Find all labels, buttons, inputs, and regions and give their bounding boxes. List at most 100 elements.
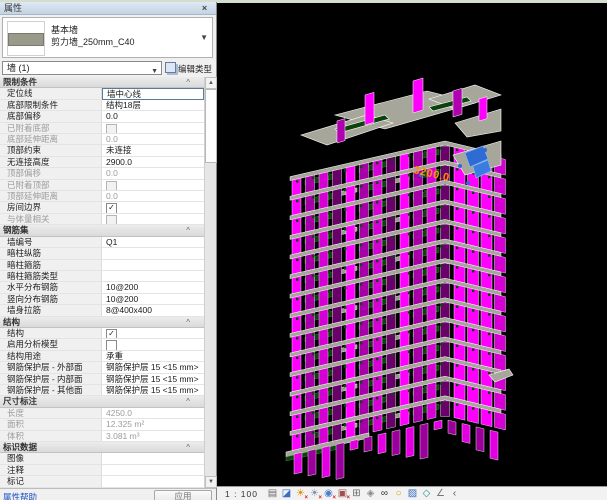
edit-type-button[interactable]: 编辑类型 (165, 61, 214, 75)
more-options-caret[interactable]: ‹ (448, 488, 461, 500)
property-value: 0.0 (102, 134, 204, 146)
scrollbar-thumb[interactable] (205, 89, 217, 163)
property-value[interactable]: 承重 (102, 350, 204, 363)
selection-filter-label: 墙 (1) (7, 63, 30, 73)
3d-viewport[interactable]: 3200.0 (217, 3, 607, 486)
type-family: 基本墙 (51, 25, 79, 35)
close-icon[interactable]: × (199, 3, 210, 14)
property-row: 面积 12.325 m² (0, 419, 204, 431)
property-value[interactable]: 钢筋保护层 15 <15 mm> (102, 362, 204, 374)
property-label: 墙编号 (0, 236, 102, 249)
collapse-icon[interactable]: ^ (186, 225, 204, 235)
show-crop-region-icon[interactable]: ⊞ (350, 488, 363, 500)
edit-type-label: 编辑类型 (178, 64, 213, 74)
edit-type-icon (165, 62, 176, 73)
property-row: 无连接高度 2900.0 (0, 156, 204, 169)
property-label: 体积 (0, 430, 102, 442)
type-preview-swatch (7, 21, 45, 56)
collapse-icon[interactable]: ^ (186, 396, 204, 406)
type-name: 剪力墙_250mm_C40 (51, 37, 135, 47)
building-3d-model[interactable]: 3200.0 (217, 3, 607, 486)
property-label: 无连接高度 (0, 156, 102, 169)
reveal-hidden-elements-icon[interactable]: ○ (392, 488, 405, 500)
property-value[interactable] (102, 270, 204, 283)
checkbox-checked-icon[interactable]: ✓ (106, 328, 117, 339)
property-value[interactable]: 10@200 (102, 282, 204, 294)
section-header[interactable]: 钢筋集 ^ (0, 225, 204, 237)
sun-path-icon[interactable]: ☀ × (294, 488, 308, 500)
properties-scrollbar[interactable]: ▲ ▼ (204, 77, 217, 488)
crop-view-icon[interactable]: ▣ × (336, 488, 350, 500)
property-value[interactable]: 10@200 (102, 293, 204, 306)
property-value[interactable]: 钢筋保护层 15 <15 mm> (102, 384, 204, 397)
checkbox-unchecked-icon (106, 214, 117, 225)
property-row: 注释 (0, 464, 204, 477)
section-header[interactable]: 标识数据 ^ (0, 442, 204, 454)
shadows-icon[interactable]: ☀ × (308, 488, 322, 500)
property-value: 3.081 m³ (102, 430, 204, 442)
section-label: 尺寸标注 (3, 396, 38, 407)
section-header[interactable]: 结构 ^ (0, 316, 204, 328)
property-row: 水平分布钢筋 10@200 (0, 282, 204, 294)
property-value[interactable]: 8@400x400 (102, 305, 204, 317)
palette-footer: 属性帮助 应用 (0, 488, 216, 500)
property-row: 钢筋保护层 - 外部面 钢筋保护层 15 <15 mm> (0, 362, 204, 374)
view-scale-button[interactable]: 1 : 100 (225, 489, 258, 499)
property-value[interactable]: 未连接 (102, 145, 204, 157)
property-value[interactable] (102, 476, 204, 488)
visual-style-icon[interactable]: ◪ (280, 488, 293, 500)
property-row: 竖向分布钢筋 10@200 (0, 293, 204, 306)
property-value[interactable]: 钢筋保护层 15 <15 mm> (102, 373, 204, 385)
property-row: 暗柱箍筋 (0, 259, 204, 271)
scroll-down-icon[interactable]: ▼ (205, 476, 217, 488)
revit-window: 属性 × 基本墙 剪力墙_250mm_C40 ▼ 墙 (1) ▼ 编辑类型 限制… (0, 0, 607, 500)
property-row: 已附着底部 (0, 122, 204, 135)
lock-3d-view-icon[interactable]: ◈ (364, 488, 377, 500)
collapse-icon[interactable]: ^ (186, 442, 204, 452)
property-value[interactable] (102, 248, 204, 260)
collapse-icon[interactable]: ^ (186, 317, 204, 327)
collapse-icon[interactable]: ^ (186, 77, 204, 87)
property-value (102, 122, 204, 135)
section-header[interactable]: 限制条件 ^ (0, 77, 204, 89)
property-value (102, 179, 204, 192)
scroll-up-icon[interactable]: ▲ (205, 77, 217, 89)
property-value[interactable]: ✓ (102, 202, 204, 214)
property-value[interactable]: 结构18层 (102, 99, 204, 112)
chevron-down-icon[interactable]: ▼ (200, 33, 208, 42)
property-value[interactable]: Q1 (102, 236, 204, 249)
property-value[interactable]: 墙中心线 (102, 88, 204, 100)
property-row: 已附着顶部 (0, 179, 204, 192)
property-row: 定位线 墙中心线 (0, 88, 204, 100)
detail-level-icon[interactable]: ▤ (266, 488, 279, 500)
property-row: 长度 4250.0 (0, 407, 204, 420)
property-row: 钢筋保护层 - 其他面 钢筋保护层 15 <15 mm> (0, 384, 204, 397)
property-value[interactable] (102, 453, 204, 465)
show-analytical-model-icon[interactable]: ◇ (420, 488, 433, 500)
apply-button[interactable]: 应用 (154, 490, 212, 500)
reveal-constraints-icon[interactable]: ∠ (434, 488, 447, 500)
selection-filter-combo[interactable]: 墙 (1) ▼ (2, 61, 162, 75)
properties-title-bar[interactable]: 属性 × (0, 2, 216, 15)
property-row: 房间边界 ✓ (0, 202, 204, 214)
section-header[interactable]: 尺寸标注 ^ (0, 396, 204, 408)
temporary-view-properties-icon[interactable]: ▨ (406, 488, 419, 500)
temporary-hide-isolate-icon[interactable]: ∞ (378, 488, 391, 500)
property-value: 4250.0 (102, 407, 204, 420)
property-value[interactable]: 2900.0 (102, 156, 204, 169)
property-value[interactable]: 0.0 (102, 111, 204, 123)
checkbox-unchecked-icon[interactable] (106, 340, 117, 350)
property-value[interactable] (102, 259, 204, 271)
property-value (102, 213, 204, 226)
rendering-dialog-icon[interactable]: ◉ × (322, 488, 336, 500)
property-value[interactable] (102, 464, 204, 477)
properties-help-link[interactable]: 属性帮助 (3, 491, 37, 500)
property-label: 墙身拉筋 (0, 305, 102, 317)
property-value[interactable]: ✓ (102, 327, 204, 340)
property-row: 暗柱箍筋类型 (0, 270, 204, 283)
checkbox-checked-icon[interactable]: ✓ (106, 203, 117, 213)
property-label: 已附着顶部 (0, 179, 102, 192)
property-value[interactable] (102, 339, 204, 351)
type-selector[interactable]: 基本墙 剪力墙_250mm_C40 ▼ (2, 17, 213, 58)
property-row: 顶部约束 未连接 (0, 145, 204, 157)
